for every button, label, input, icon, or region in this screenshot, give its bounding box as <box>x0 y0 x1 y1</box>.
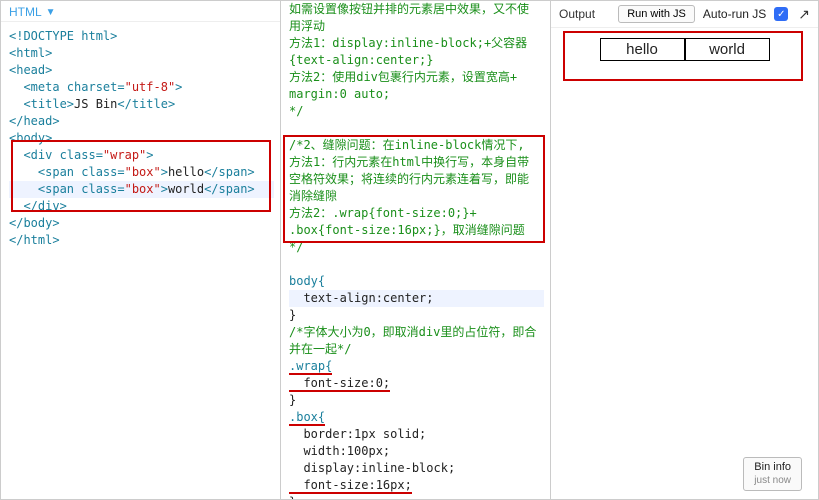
open-new-window-icon[interactable]: ↗ <box>798 6 810 23</box>
output-tab[interactable]: Output <box>559 7 595 21</box>
jsbin-app: HTML ▼ <!DOCTYPE html><html><head> <meta… <box>0 0 819 500</box>
html-tab[interactable]: HTML <box>9 5 42 19</box>
bin-info-time: just now <box>754 474 791 488</box>
html-tab-bar: HTML ▼ <box>1 1 280 22</box>
code-line: <!DOCTYPE html> <box>9 29 117 43</box>
css-editor[interactable]: 如需设置像按钮并排的元素居中效果，又不使用浮动方法1：display:inlin… <box>281 1 550 499</box>
wrap-selector: .wrap{ <box>289 359 332 375</box>
run-with-js-button[interactable]: Run with JS <box>618 5 695 23</box>
auto-run-checkbox[interactable]: ✓ <box>774 7 788 21</box>
bin-info-button[interactable]: Bin info just now <box>743 457 802 491</box>
box-selector: .box{ <box>289 410 325 426</box>
auto-run-label: Auto-run JS <box>703 7 766 21</box>
chevron-down-icon[interactable]: ▼ <box>46 7 56 18</box>
preview-box-world: world <box>685 38 770 61</box>
output-panel: Output Run with JS Auto-run JS ✓ ↗ hello… <box>551 1 818 499</box>
preview-wrap: helloworld <box>561 38 808 61</box>
html-editor[interactable]: <!DOCTYPE html><html><head> <meta charse… <box>1 22 280 255</box>
css-panel: 如需设置像按钮并排的元素居中效果，又不使用浮动方法1：display:inlin… <box>281 1 551 499</box>
bin-info-label: Bin info <box>754 460 791 474</box>
output-toolbar: Output Run with JS Auto-run JS ✓ ↗ <box>551 1 818 28</box>
html-panel: HTML ▼ <!DOCTYPE html><html><head> <meta… <box>1 1 281 499</box>
preview-box-hello: hello <box>600 38 685 61</box>
output-preview: helloworld <box>551 28 818 71</box>
